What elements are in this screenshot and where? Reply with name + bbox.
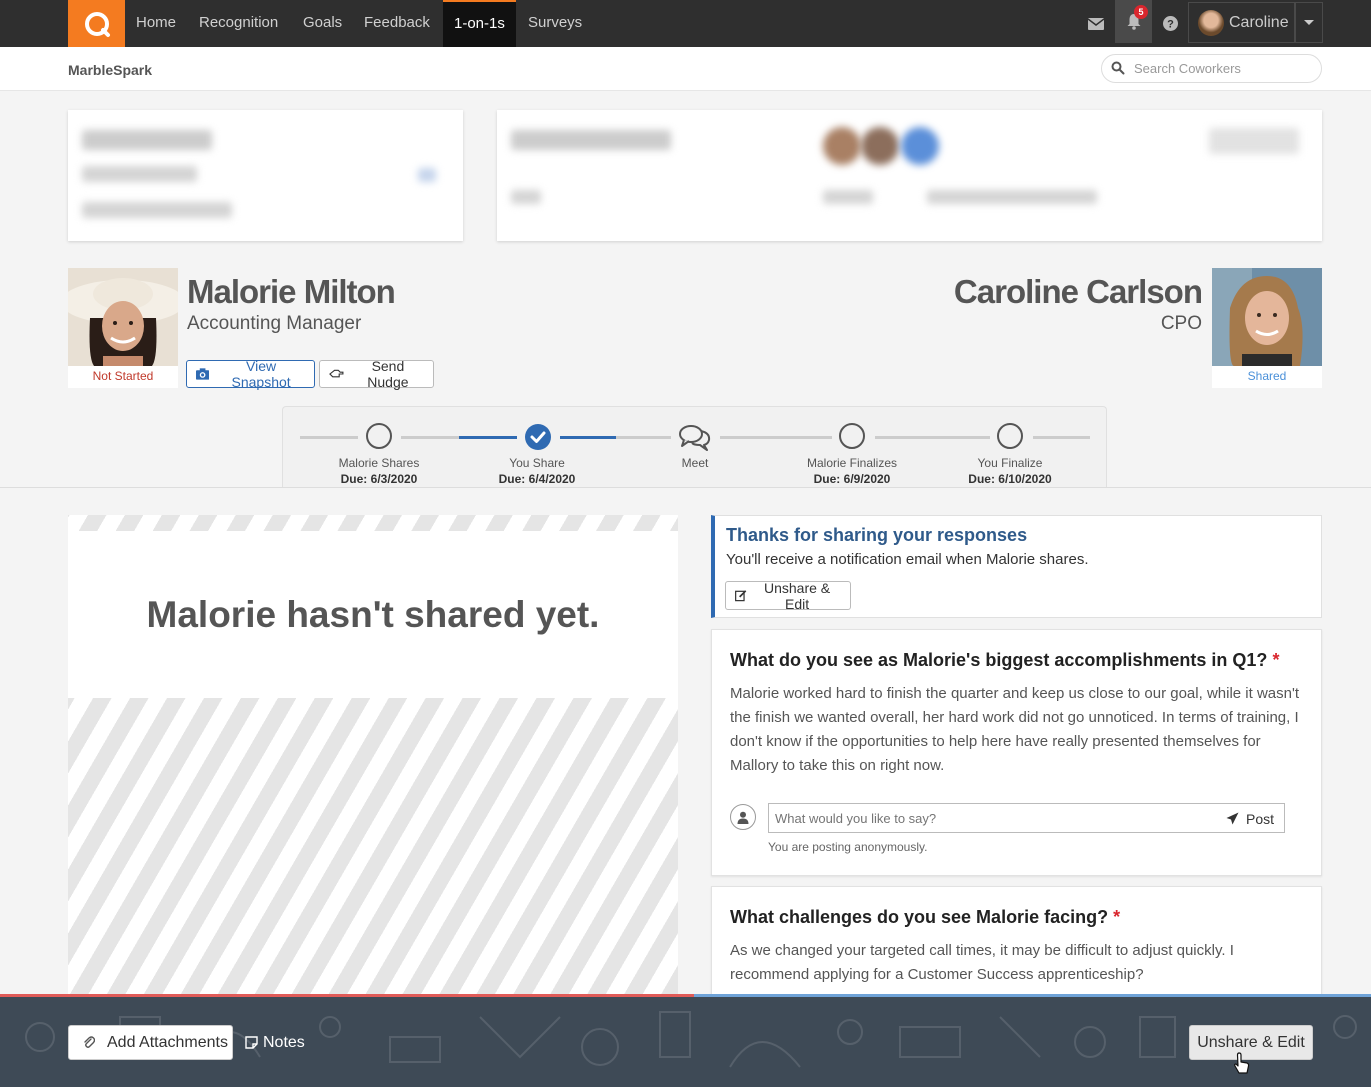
nav-1on1s[interactable]: 1-on-1s bbox=[443, 0, 516, 47]
nudge-hand-icon bbox=[329, 369, 344, 378]
employee-photo bbox=[68, 268, 178, 366]
question-card: What challenges do you see Malorie facin… bbox=[711, 886, 1322, 1006]
paperclip-icon bbox=[84, 1036, 95, 1048]
alert-text: You'll receive a notification email when… bbox=[726, 551, 1089, 568]
view-snapshot-label: View Snapshot bbox=[231, 358, 291, 390]
send-icon bbox=[1226, 812, 1239, 825]
employee-responses-panel: Malorie hasn't shared yet. bbox=[68, 515, 678, 997]
step-due: Due: 6/4/2020 bbox=[498, 472, 576, 486]
unshare-edit-button-alert[interactable]: Unshare & Edit bbox=[725, 579, 851, 612]
post-label: Post bbox=[1245, 810, 1274, 827]
logo-icon bbox=[84, 11, 110, 37]
sub-header: MarbleSpark bbox=[0, 47, 1371, 91]
step-label: You Share bbox=[509, 456, 565, 470]
company-name: MarbleSpark bbox=[68, 62, 153, 78]
question-card: What do you see as Malorie's biggest acc… bbox=[711, 629, 1322, 876]
step-malorie-shares-circle bbox=[366, 423, 392, 449]
nav-recognition[interactable]: Recognition bbox=[188, 0, 289, 47]
post-button[interactable]: Post bbox=[1226, 809, 1274, 828]
nav-surveys[interactable]: Surveys bbox=[517, 0, 593, 47]
unshare-edit-label: Unshare & Edit bbox=[763, 579, 831, 612]
send-nudge-label: Send Nudge bbox=[367, 358, 409, 390]
step-label: Malorie Finalizes bbox=[806, 456, 898, 470]
svg-text:?: ? bbox=[1167, 19, 1174, 31]
nav-home[interactable]: Home bbox=[125, 0, 187, 47]
user-menu-dropdown[interactable] bbox=[1295, 2, 1323, 43]
mail-icon[interactable] bbox=[1085, 0, 1107, 47]
employee-title: Accounting Manager bbox=[187, 313, 362, 334]
question-title: What do you see as Malorie's biggest acc… bbox=[730, 650, 1280, 670]
search-input[interactable] bbox=[1134, 59, 1314, 78]
help-icon[interactable]: ? bbox=[1160, 0, 1180, 47]
notifications-button[interactable]: 5 bbox=[1115, 0, 1152, 43]
blurred-info-card-right bbox=[497, 110, 1322, 241]
edit-icon bbox=[735, 590, 747, 602]
step-label: Meet bbox=[681, 456, 709, 470]
comment-input[interactable] bbox=[775, 809, 1205, 828]
nav-feedback[interactable]: Feedback bbox=[353, 0, 441, 47]
progress-stepper: Malorie Shares Due: 6/3/2020 You Share D… bbox=[282, 406, 1107, 488]
nav-goals[interactable]: Goals bbox=[292, 0, 353, 47]
user-avatar bbox=[1198, 9, 1224, 36]
question-answer: As we changed your targeted call times, … bbox=[730, 942, 1234, 983]
step-label: Malorie Shares bbox=[338, 456, 420, 470]
employee-status: Not Started bbox=[68, 366, 178, 388]
user-name: Caroline bbox=[1229, 13, 1289, 31]
bottom-action-bar: Add Attachments Notes Unshare & Edit bbox=[0, 994, 1371, 1087]
view-snapshot-button[interactable]: View Snapshot bbox=[186, 358, 315, 390]
unshare-edit-bottom-label: Unshare & Edit bbox=[1197, 1033, 1305, 1051]
app-logo[interactable] bbox=[68, 0, 125, 47]
mouse-cursor-icon bbox=[1234, 1052, 1250, 1074]
camera-icon bbox=[196, 368, 210, 380]
caret-down-icon bbox=[1304, 20, 1314, 25]
manager-status: Shared bbox=[1212, 366, 1322, 388]
question-answer: Malorie worked hard to finish the quarte… bbox=[730, 685, 1300, 774]
note-icon bbox=[245, 1036, 258, 1049]
search-icon bbox=[1111, 61, 1125, 75]
notification-badge: 5 bbox=[1134, 5, 1148, 19]
alert-title: Thanks for sharing your responses bbox=[726, 525, 1028, 545]
search-coworkers[interactable] bbox=[1101, 54, 1322, 83]
user-menu[interactable]: Caroline bbox=[1188, 2, 1295, 43]
step-malorie-finalizes-circle bbox=[839, 423, 865, 449]
step-due: Due: 6/9/2020 bbox=[813, 472, 891, 486]
add-attachments-label: Add Attachments bbox=[107, 1033, 228, 1051]
manager-title: CPO bbox=[1160, 313, 1202, 334]
step-you-finalize-circle bbox=[997, 423, 1023, 449]
not-shared-message: Malorie hasn't shared yet. bbox=[146, 593, 600, 635]
notes-label: Notes bbox=[263, 1033, 305, 1051]
question-title: What challenges do you see Malorie facin… bbox=[730, 907, 1121, 927]
anonymous-note: You are posting anonymously. bbox=[768, 840, 928, 854]
anonymous-user-icon bbox=[730, 804, 756, 830]
manager-photo bbox=[1212, 268, 1322, 366]
blurred-info-card-left bbox=[68, 110, 463, 241]
employee-name: Malorie Milton bbox=[187, 273, 396, 310]
unshare-edit-button[interactable]: Unshare & Edit bbox=[1189, 1025, 1313, 1060]
notes-button[interactable]: Notes bbox=[240, 1025, 312, 1060]
check-circle-icon bbox=[524, 423, 552, 451]
comment-box: Post bbox=[768, 803, 1285, 833]
section-divider bbox=[0, 487, 1371, 488]
not-shared-message-box: Malorie hasn't shared yet. bbox=[68, 531, 678, 698]
step-due: Due: 6/3/2020 bbox=[340, 472, 418, 486]
step-label: You Finalize bbox=[977, 456, 1043, 470]
step-due: Due: 6/10/2020 bbox=[968, 472, 1052, 486]
manager-name: Caroline Carlson bbox=[953, 273, 1203, 310]
chat-bubbles-icon bbox=[678, 423, 712, 451]
shared-confirmation-alert: Thanks for sharing your responses You'll… bbox=[711, 515, 1322, 618]
required-marker: * bbox=[1272, 650, 1280, 670]
top-nav: Home Recognition Goals Feedback 1-on-1s … bbox=[0, 0, 1371, 47]
add-attachments-button[interactable]: Add Attachments bbox=[68, 1025, 233, 1060]
send-nudge-button[interactable]: Send Nudge bbox=[319, 358, 434, 390]
required-marker: * bbox=[1113, 907, 1121, 927]
